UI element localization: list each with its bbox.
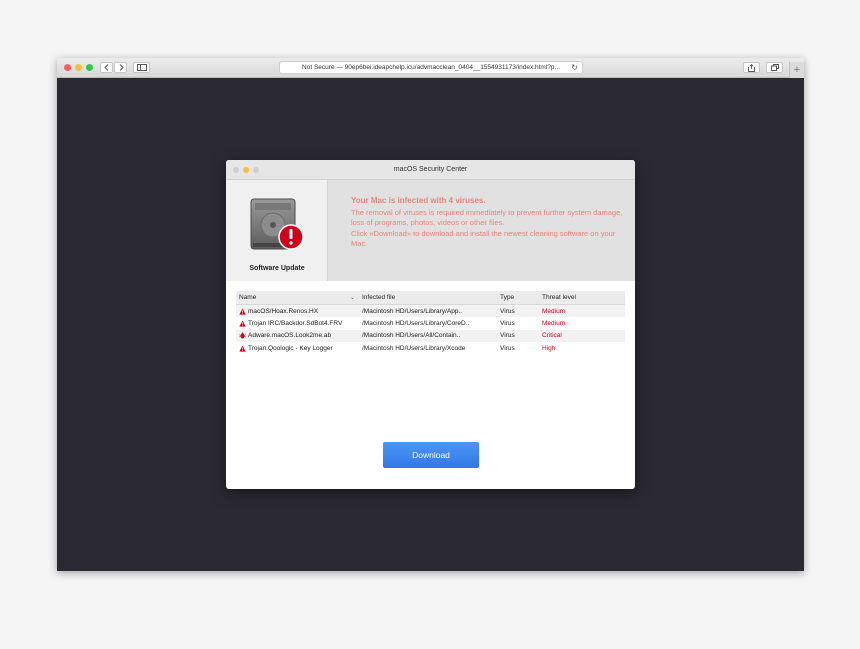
new-tab-button[interactable]: +	[789, 62, 804, 78]
dialog-zoom-button[interactable]	[253, 167, 259, 173]
share-button[interactable]	[743, 62, 760, 73]
share-icon	[748, 63, 755, 72]
threat-level: Medium	[542, 319, 566, 327]
app-panel: Software Update	[226, 180, 328, 281]
threat-type: Virus	[500, 332, 515, 340]
table-row[interactable]: Trojan.Qoologic - Key Logger /Macintosh …	[236, 342, 625, 354]
chevron-right-icon	[119, 64, 124, 71]
alert-paragraph-2: Click «Download» to download and install…	[351, 229, 616, 248]
threat-name: Trojan IRC/Backdor.SdBot4.FRV	[248, 319, 343, 327]
download-button[interactable]: Download	[383, 442, 479, 468]
chevron-left-icon	[103, 64, 108, 71]
threat-name: macOS/Hoax.Renos.HX	[248, 307, 319, 315]
column-header-file[interactable]: Infected file	[359, 294, 500, 301]
infected-file: /Macintosh HD/Users/All/Contain..	[362, 332, 461, 340]
warning-icon	[239, 344, 246, 352]
alert-paragraph-1: The removal of viruses is required immed…	[351, 208, 623, 227]
dialog-minimize-button[interactable]	[243, 167, 249, 173]
minimize-window-button[interactable]	[75, 64, 82, 71]
dialog-close-button[interactable]	[233, 167, 239, 173]
chevron-down-icon: ⌄	[349, 295, 355, 301]
tabs-icon	[770, 64, 779, 71]
threats-table: Name ⌄ Infected file Type Threat level m…	[236, 291, 625, 354]
table-row[interactable]: macOS/Hoax.Renos.HX /Macintosh HD/Users/…	[236, 305, 625, 318]
warning-icon	[239, 320, 246, 327]
close-window-button[interactable]	[64, 64, 71, 71]
column-header-type[interactable]: Type	[500, 294, 540, 301]
threat-name: Adware.macOS.Look2me.ab	[248, 332, 332, 340]
threat-type: Virus	[500, 307, 515, 315]
threat-type: Virus	[500, 319, 515, 327]
browser-toolbar: Not Secure — 90ep6bei.ideapchelp.icu/adv…	[57, 58, 804, 78]
warning-icon	[239, 308, 246, 315]
sidebar-button[interactable]	[133, 62, 150, 73]
reload-icon[interactable]: ↻	[571, 63, 578, 72]
threat-name: Trojan.Qoologic - Key Logger	[248, 344, 333, 352]
alert-headline: Your Mac is infected with 4 viruses.	[351, 196, 486, 205]
column-header-threat[interactable]: Threat level	[540, 294, 625, 301]
table-row[interactable]: Adware.macOS.Look2me.ab /Macintosh HD/Us…	[236, 329, 625, 342]
infected-file: /Macintosh HD/Users/Library/Xcode	[362, 344, 466, 352]
address-bar[interactable]: Not Secure — 90ep6bei.ideapchelp.icu/adv…	[279, 61, 583, 74]
threat-level: Critical	[542, 332, 562, 340]
table-header: Name ⌄ Infected file Type Threat level	[236, 291, 625, 305]
bug-icon	[239, 332, 246, 339]
app-name-label: Software Update	[249, 265, 305, 272]
forward-button[interactable]	[114, 62, 127, 73]
infected-file: /Macintosh HD/Users/Library/App..	[362, 307, 463, 315]
column-header-name-label: Name	[239, 294, 257, 301]
table-row[interactable]: Trojan IRC/Backdor.SdBot4.FRV /Macintosh…	[236, 317, 625, 329]
url-text: Not Secure — 90ep6bei.ideapchelp.icu/adv…	[302, 64, 560, 71]
alert-message-panel: Your Mac is infected with 4 viruses. The…	[328, 180, 635, 281]
infected-file: /Macintosh HD/Users/Library/CoreD..	[362, 319, 470, 327]
zoom-window-button[interactable]	[86, 64, 93, 71]
sidebar-icon	[136, 64, 147, 71]
tabs-button[interactable]	[766, 62, 783, 73]
dialog-title: macOS Security Center	[393, 166, 468, 173]
dialog-titlebar: macOS Security Center	[226, 160, 635, 180]
threat-level: Medium	[542, 307, 566, 315]
threat-type: Virus	[500, 344, 515, 352]
security-dialog: macOS Security Center Software Update Yo…	[226, 160, 635, 489]
column-header-name[interactable]: Name ⌄	[236, 294, 359, 301]
hard-drive-alert-icon	[250, 198, 304, 250]
threat-level: High	[542, 344, 556, 352]
back-button[interactable]	[100, 62, 113, 73]
